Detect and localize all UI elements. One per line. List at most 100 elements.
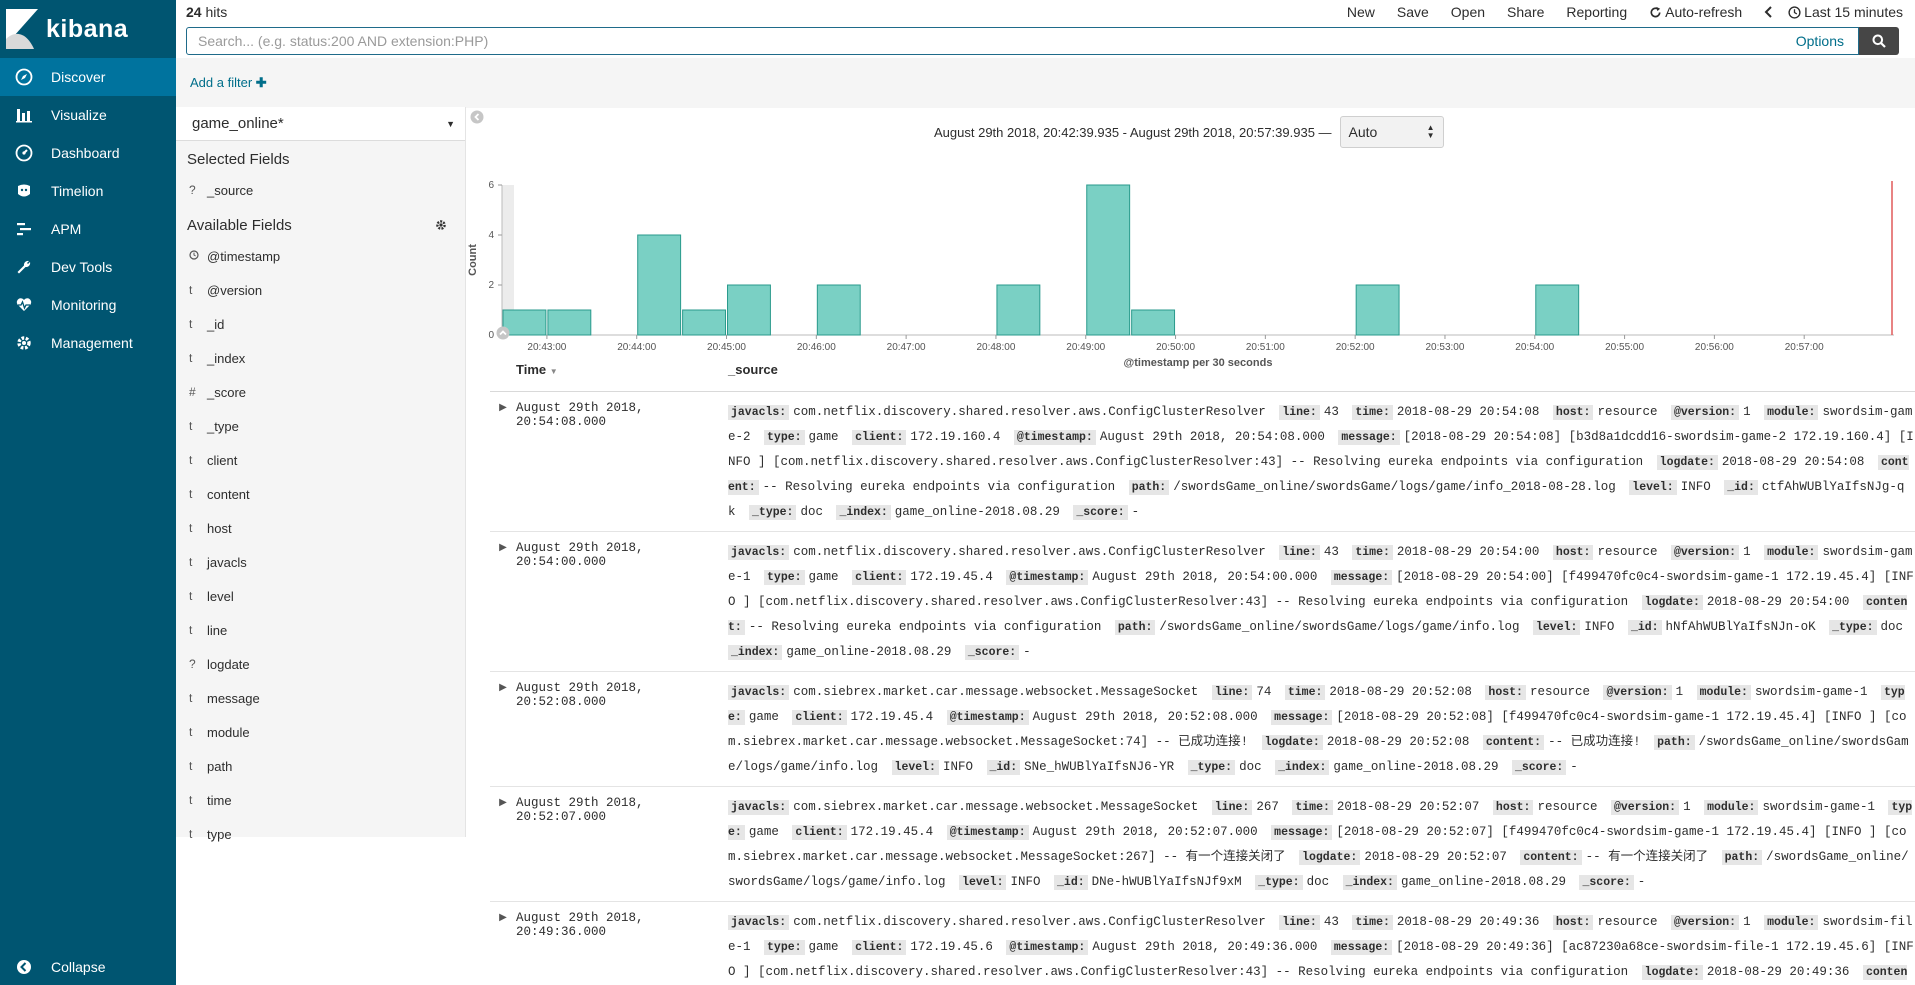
source-field-key: @version: [1610,800,1680,815]
field-module[interactable]: t module [176,715,465,749]
kibana-logo[interactable]: kibana [0,0,176,58]
index-pattern-select[interactable]: game_online* ▼ [176,107,465,141]
field-time[interactable]: t time [176,783,465,817]
search-input[interactable] [187,33,1796,49]
source-field-value: INFO [1010,875,1041,889]
field-score[interactable]: # _score [176,375,465,409]
source-field-key: message: [1271,825,1333,840]
source-field-value: 172.19.45.6 [910,940,993,954]
source-field-key: level: [891,760,939,775]
source-field-key: _id: [1724,480,1758,495]
collapse-button[interactable]: Collapse [0,949,176,985]
expand-row-icon[interactable]: ▶ [490,910,516,985]
expand-row-icon[interactable]: ▶ [490,540,516,665]
sidebar-item-discover[interactable]: Discover [0,58,176,96]
field-type-icon: # [189,385,196,399]
search-button[interactable] [1859,27,1899,55]
field-logdate[interactable]: ? logdate [176,647,465,681]
sidebar-item-label: Timelion [51,183,104,199]
field-version[interactable]: t @version [176,273,465,307]
source-field-value: 1 [1743,915,1751,929]
share-button[interactable]: Share [1507,4,1544,20]
time-column-header[interactable]: Time ▼ [490,362,728,377]
new-button[interactable]: New [1347,4,1375,20]
source-field-value: 2018-08-29 20:49:36 [1706,965,1850,979]
sidebar-item-timelion[interactable]: Timelion [0,172,176,210]
source-field-key: path: [1128,480,1170,495]
expand-row-icon[interactable]: ▶ [490,400,516,525]
collapse-sidebar-icon[interactable] [470,110,484,124]
table-row: ▶ August 29th 2018, 20:49:36.000 javacls: c… [490,902,1915,985]
time-back-button[interactable] [1764,6,1774,18]
sidebar-item-monitoring[interactable]: Monitoring [0,286,176,324]
refresh-icon [1650,6,1661,17]
source-field-key: _score: [1579,875,1634,890]
field-type-icon: t [189,521,193,535]
field-level[interactable]: t level [176,579,465,613]
source-field-key: client: [852,940,907,955]
source-field-value: 2018-08-29 20:52:07 [1364,850,1507,864]
source-field-key: _index: [1275,760,1330,775]
field-client[interactable]: t client [176,443,465,477]
field-message[interactable]: t message [176,681,465,715]
auto-refresh-button[interactable]: Auto-refresh [1649,4,1742,20]
sidebar-item-management[interactable]: Management [0,324,176,362]
field-id[interactable]: t _id [176,307,465,341]
time-range: August 29th 2018, 20:42:39.935 - August … [934,116,1444,148]
time-picker-button[interactable]: Last 15 minutes [1788,4,1903,20]
source-field-key: client: [852,430,907,445]
source-field-key: time: [1292,800,1333,815]
y-axis-title: Count [467,244,479,276]
source-field-value: 172.19.45.4 [850,710,934,724]
field-name: level [207,588,234,604]
field-type-icon: t [189,691,193,705]
expand-row-icon[interactable]: ▶ [490,795,516,895]
available-fields-header: Available Fields [176,211,465,239]
field-name: line [207,622,228,638]
source-field-key: logdate: [1299,850,1361,865]
collapse-label: Collapse [51,959,106,975]
field-source[interactable]: ? _source [176,173,465,207]
source-field-value: com.siebrex.market.car.message.websocket… [793,685,1199,699]
source-field-key: javacls: [728,800,790,815]
search-bar: Options [186,27,1899,55]
field-type[interactable]: t type [176,817,465,851]
reporting-button[interactable]: Reporting [1566,4,1627,20]
interval-select[interactable]: Auto ▲ ▼ [1339,116,1444,148]
source-field-key: client: [792,710,847,725]
sidebar-item-dev-tools[interactable]: Dev Tools [0,248,176,286]
source-field-value: 267 [1256,800,1279,814]
field-javacls[interactable]: t javacls [176,545,465,579]
field-name: message [207,690,260,706]
source-field-key: time: [1352,915,1393,930]
field-name: @timestamp [207,248,281,264]
source-field-key: level: [959,875,1007,890]
sidebar-item-dashboard[interactable]: Dashboard [0,134,176,172]
gear-icon[interactable] [435,219,447,231]
source-field-key: time: [1352,545,1393,560]
collapse-chart-icon[interactable] [496,326,510,340]
index-pattern-value: game_online* [192,115,284,132]
field-path[interactable]: t path [176,749,465,783]
source-column-header: _source [728,361,778,377]
expand-row-icon[interactable]: ▶ [490,680,516,780]
field-type[interactable]: t _type [176,409,465,443]
open-button[interactable]: Open [1451,4,1485,20]
source-field-key: @timestamp: [1013,430,1096,445]
row-source: javacls: com.siebrex.market.car.message.w… [728,680,1915,780]
field-timestamp[interactable]: @timestamp [176,239,465,273]
source-field-value: swordsim-game-1 [1754,685,1868,699]
options-link[interactable]: Options [1796,33,1844,49]
save-button[interactable]: Save [1397,4,1429,20]
sidebar-item-visualize[interactable]: Visualize [0,96,176,134]
source-field-value: 172.19.45.4 [910,570,993,584]
histogram-bar [996,284,1041,336]
add-filter-button[interactable]: Add a filter ✚ [190,75,267,91]
field-name: javacls [207,554,247,570]
field-index[interactable]: t _index [176,341,465,375]
field-host[interactable]: t host [176,511,465,545]
field-line[interactable]: t line [176,613,465,647]
apm-icon [14,219,34,239]
sidebar-item-apm[interactable]: APM [0,210,176,248]
field-content[interactable]: t content [176,477,465,511]
